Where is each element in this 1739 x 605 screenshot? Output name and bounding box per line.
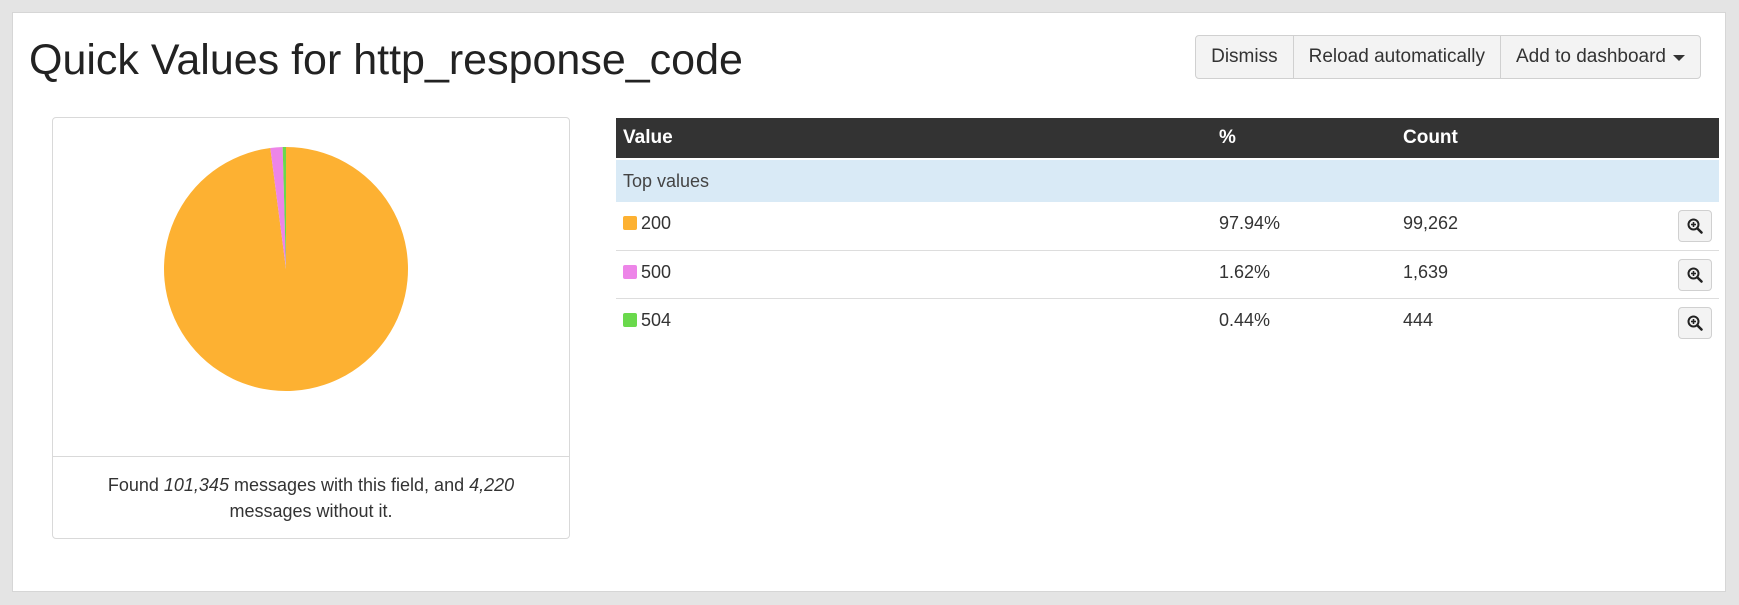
summary-with-count: 101,345 <box>163 475 229 495</box>
color-swatch <box>623 264 637 279</box>
table-row: 504 0.44% 444 <box>616 298 1719 346</box>
dismiss-button[interactable]: Dismiss <box>1195 35 1294 79</box>
action-cell <box>1649 298 1719 346</box>
table-row: 200 97.94% 99,262 <box>616 202 1719 251</box>
summary-suffix: messages without it. <box>229 501 393 521</box>
values-table: Value % Count Top values 200 97.94% 99,2… <box>616 118 1719 346</box>
search-value-button[interactable] <box>1678 210 1712 242</box>
header-value[interactable]: Value <box>616 118 1212 159</box>
value-cell: 200 <box>616 202 1212 251</box>
search-value-button[interactable] <box>1678 306 1712 339</box>
value-cell: 504 <box>616 298 1212 346</box>
header-actions <box>1649 118 1719 159</box>
action-cell <box>1649 250 1719 299</box>
add-to-dashboard-label: Add to dashboard <box>1515 46 1666 67</box>
summary-prefix: Found <box>107 475 164 495</box>
pie-chart-box: Found 101,345 messages with this field, … <box>52 117 570 539</box>
value-text: 504 <box>641 309 672 330</box>
zoom-in-icon <box>1687 315 1703 331</box>
count-cell: 99,262 <box>1396 202 1649 251</box>
quick-values-panel: Quick Values for http_response_code Dism… <box>12 12 1726 592</box>
toolbar: Dismiss Reload automatically Add to dash… <box>1195 35 1701 79</box>
group-label: Top values <box>616 158 1719 202</box>
table-header-row: Value % Count <box>616 118 1719 159</box>
color-swatch <box>623 312 637 327</box>
color-swatch <box>623 216 637 230</box>
values-table-wrap: Value % Count Top values 200 97.94% 99,2… <box>616 118 1719 346</box>
field-summary: Found 101,345 messages with this field, … <box>53 457 569 524</box>
zoom-in-icon <box>1687 267 1703 283</box>
count-cell: 1,639 <box>1396 250 1649 299</box>
page-title: Quick Values for http_response_code <box>29 36 743 84</box>
count-cell: 444 <box>1403 309 1434 330</box>
reload-automatically-button[interactable]: Reload automatically <box>1292 35 1501 79</box>
percent-cell: 97.94% <box>1212 202 1396 251</box>
pie-chart <box>164 147 409 391</box>
pie-chart-area <box>53 118 569 457</box>
percent-cell: 1.62% <box>1212 250 1396 299</box>
value-cell: 500 <box>616 250 1212 299</box>
value-text: 500 <box>641 261 672 282</box>
percent-cell: 0.44% <box>1219 309 1271 330</box>
add-to-dashboard-button[interactable]: Add to dashboard <box>1499 35 1701 79</box>
summary-without-count: 4,220 <box>469 475 515 495</box>
zoom-in-icon <box>1687 218 1703 234</box>
search-value-button[interactable] <box>1678 258 1712 291</box>
action-cell <box>1649 202 1719 251</box>
summary-middle: messages with this field, and <box>228 475 470 495</box>
header-percent[interactable]: % <box>1212 118 1396 159</box>
group-row: Top values <box>616 158 1719 202</box>
caret-down-icon <box>1673 55 1685 61</box>
value-text: 200 <box>641 213 672 233</box>
table-row: 500 1.62% 1,639 <box>616 250 1719 299</box>
header-count[interactable]: Count <box>1396 118 1649 159</box>
